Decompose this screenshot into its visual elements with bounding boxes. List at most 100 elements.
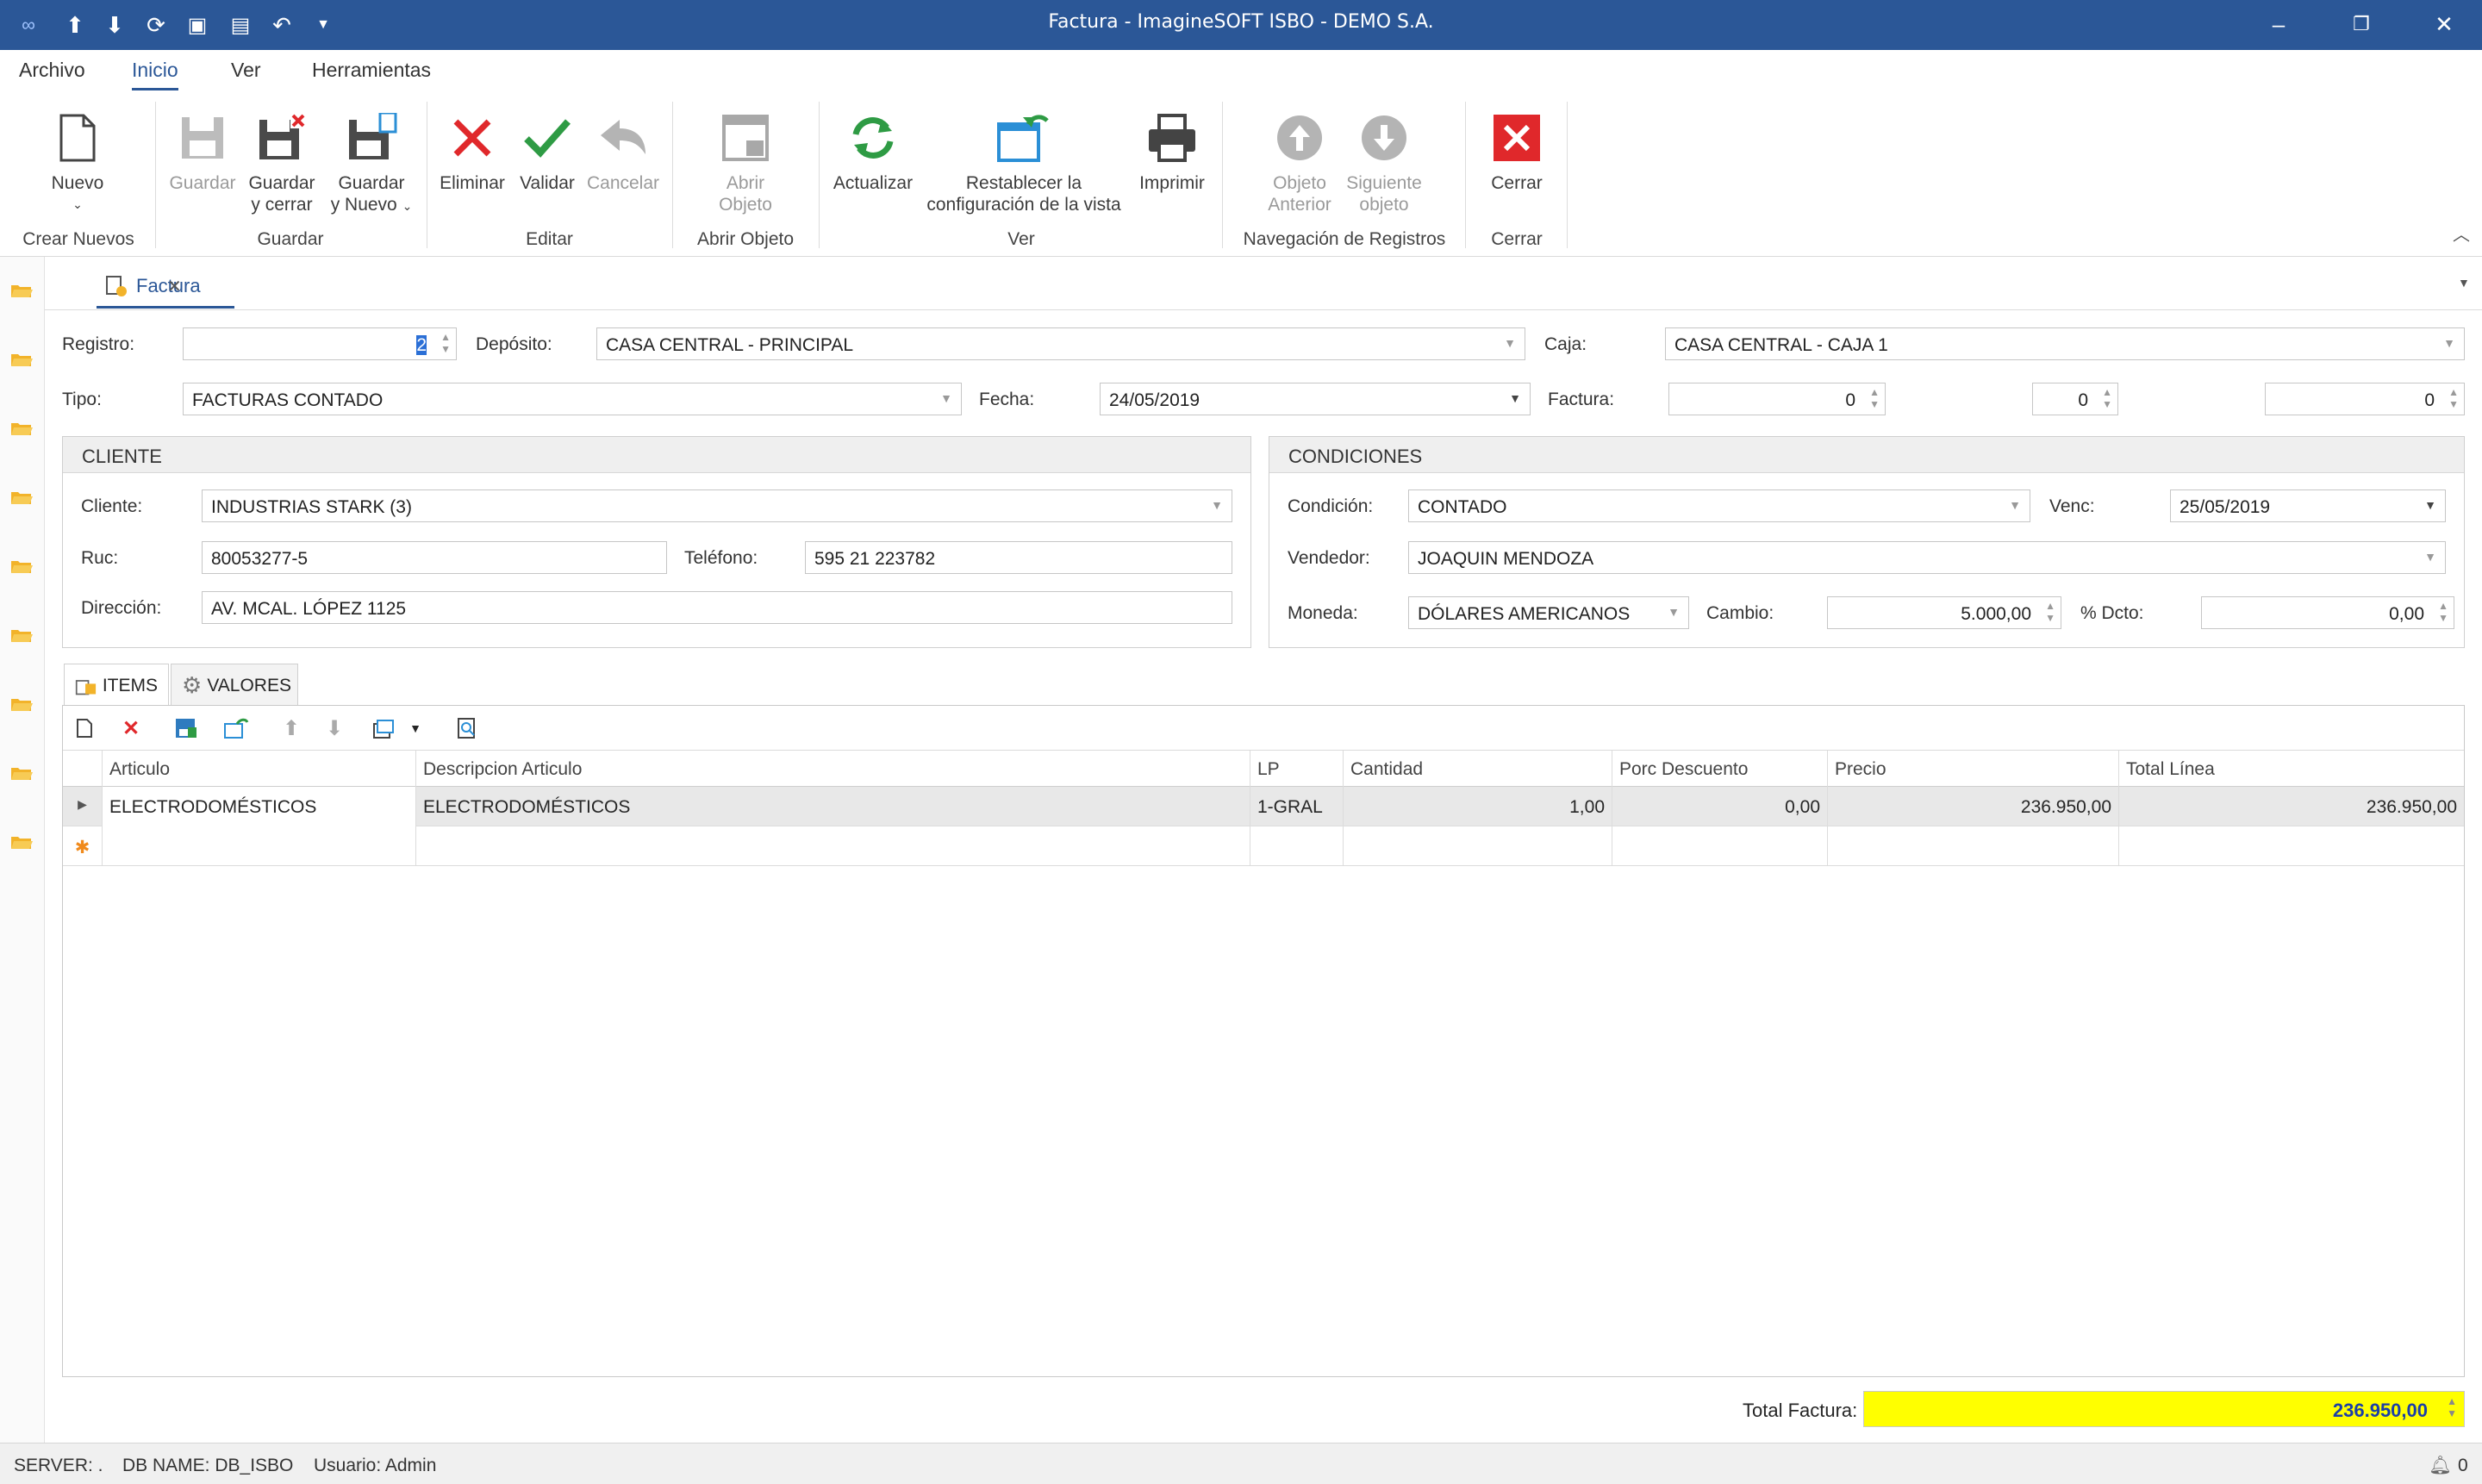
row-expand-icon[interactable]: ▶	[63, 787, 103, 826]
tab-list-dropdown-icon[interactable]: ▼	[2458, 276, 2470, 290]
tipo-select[interactable]: FACTURAS CONTADO ▼	[183, 383, 962, 415]
guardar-nuevo-button[interactable]: Guardar y Nuevo ⌄	[326, 103, 417, 217]
save-new-icon[interactable]: ▤	[226, 10, 255, 40]
tab-items[interactable]: ITEMS	[64, 664, 169, 707]
cliente-select[interactable]: INDUSTRIAS STARK (3) ▼	[202, 489, 1232, 522]
new-item-row[interactable]: ✱	[63, 826, 2464, 866]
folder-icon[interactable]	[10, 627, 33, 643]
folder-icon[interactable]	[10, 283, 33, 298]
eliminar-button[interactable]: Eliminar	[435, 103, 509, 194]
menu-herramientas[interactable]: Herramientas	[312, 59, 431, 82]
spin-icon[interactable]: ▲ ▼	[1869, 386, 1880, 410]
tab-valores[interactable]: ⚙ VALORES	[171, 664, 298, 707]
new-row-icon[interactable]	[72, 716, 97, 740]
menu-archivo[interactable]: Archivo	[19, 59, 85, 82]
moneda-select[interactable]: DÓLARES AMERICANOS ▼	[1408, 596, 1689, 629]
collapse-ribbon-icon[interactable]: ︿	[2453, 221, 2470, 246]
spin-icon[interactable]: ▲ ▼	[440, 331, 451, 355]
folder-icon[interactable]	[10, 696, 33, 712]
guardar-button[interactable]: Guardar	[164, 103, 241, 194]
preview-icon[interactable]	[454, 716, 480, 740]
menu-ver[interactable]: Ver	[231, 59, 261, 82]
save-icon[interactable]: ▣	[183, 10, 212, 40]
cell-descripcion[interactable]: ELECTRODOMÉSTICOS	[416, 787, 1250, 826]
new-cell[interactable]	[1344, 826, 1612, 866]
col-total-linea[interactable]: Total Línea	[2119, 751, 2464, 787]
new-cell[interactable]	[103, 826, 416, 866]
cell-precio[interactable]: 236.950,00	[1828, 787, 2119, 826]
col-descripcion[interactable]: Descripcion Articulo	[416, 751, 1250, 787]
reset-layout-icon[interactable]	[223, 716, 249, 740]
spin-icon[interactable]: ▲ ▼	[2447, 1395, 2457, 1419]
nuevo-button[interactable]: Nuevo ⌄	[34, 103, 121, 215]
cerrar-button[interactable]: Cerrar	[1479, 103, 1555, 194]
cell-lp[interactable]: 1-GRAL	[1250, 787, 1344, 826]
close-tab-icon[interactable]: ✕	[167, 276, 182, 297]
cancelar-button[interactable]: Cancelar	[584, 103, 662, 194]
layout-dropdown-icon[interactable]: ▼	[402, 716, 428, 740]
fecha-date-field[interactable]: 24/05/2019 ▼	[1100, 383, 1531, 415]
spin-icon[interactable]: ▲ ▼	[2448, 386, 2459, 410]
cell-cantidad[interactable]: 1,00	[1344, 787, 1612, 826]
spin-icon[interactable]: ▲ ▼	[2045, 600, 2055, 624]
siguiente-objeto-button[interactable]: Siguiente objeto	[1341, 103, 1427, 215]
imprimir-button[interactable]: Imprimir	[1129, 103, 1215, 194]
close-window-button[interactable]: ✕	[2418, 7, 2470, 41]
col-precio[interactable]: Precio	[1828, 751, 2119, 787]
folder-icon[interactable]	[10, 765, 33, 781]
new-cell[interactable]	[2119, 826, 2464, 866]
col-cantidad[interactable]: Cantidad	[1344, 751, 1612, 787]
spin-icon[interactable]: ▲ ▼	[2102, 386, 2112, 410]
undo-icon[interactable]: ↶	[267, 10, 296, 40]
menu-inicio[interactable]: Inicio	[132, 59, 178, 90]
folder-icon[interactable]	[10, 489, 33, 505]
up-arrow-icon[interactable]: ⬆	[60, 10, 90, 40]
guardar-cerrar-button[interactable]: Guardar y cerrar	[243, 103, 321, 215]
col-articulo[interactable]: Articulo	[103, 751, 416, 787]
customize-dropdown-icon[interactable]: ▼	[309, 10, 338, 40]
table-row[interactable]: ▶ ELECTRODOMÉSTICOS ELECTRODOMÉSTICOS 1-…	[63, 787, 2464, 826]
col-lp[interactable]: LP	[1250, 751, 1344, 787]
minimize-button[interactable]: –	[2253, 7, 2304, 41]
objeto-anterior-button[interactable]: Objeto Anterior	[1258, 103, 1341, 215]
new-cell[interactable]	[1828, 826, 2119, 866]
down-arrow-icon[interactable]: ⬇	[100, 10, 129, 40]
direccion-field[interactable]: AV. MCAL. LÓPEZ 1125	[202, 591, 1232, 624]
restore-button[interactable]: ❐	[2335, 7, 2387, 41]
actualizar-button[interactable]: Actualizar	[827, 103, 919, 194]
dcto-field[interactable]: 0,00 ▲ ▼	[2201, 596, 2454, 629]
folder-icon[interactable]	[10, 421, 33, 436]
condicion-select[interactable]: CONTADO ▼	[1408, 489, 2030, 522]
factura-field-1[interactable]: 0 ▲ ▼	[1668, 383, 1886, 415]
tab-factura[interactable]: Factura	[97, 265, 234, 309]
cell-porc-descuento[interactable]: 0,00	[1612, 787, 1828, 826]
factura-field-3[interactable]: 0 ▲ ▼	[2265, 383, 2465, 415]
new-cell[interactable]	[1250, 826, 1344, 866]
spin-icon[interactable]: ▲ ▼	[2438, 600, 2448, 624]
ruc-field[interactable]: 80053277-5	[202, 541, 667, 574]
bell-icon[interactable]: 🔔︎	[2429, 1456, 2452, 1476]
vendedor-select[interactable]: JOAQUIN MENDOZA ▼	[1408, 541, 2446, 574]
delete-row-icon[interactable]: ✕	[118, 716, 144, 740]
layout-options-icon[interactable]	[371, 716, 397, 740]
move-down-icon[interactable]: ⬇	[321, 716, 347, 740]
cell-articulo[interactable]: ELECTRODOMÉSTICOS	[103, 787, 416, 826]
deposito-select[interactable]: CASA CENTRAL - PRINCIPAL ▼	[596, 327, 1525, 360]
new-cell[interactable]	[416, 826, 1250, 866]
col-porc-descuento[interactable]: Porc Descuento	[1612, 751, 1828, 787]
folder-icon[interactable]	[10, 834, 33, 850]
factura-field-2[interactable]: 0 ▲ ▼	[2032, 383, 2118, 415]
folder-icon[interactable]	[10, 352, 33, 367]
cambio-field[interactable]: 5.000,00 ▲ ▼	[1827, 596, 2061, 629]
validar-button[interactable]: Validar	[512, 103, 583, 194]
save-row-icon[interactable]	[173, 716, 199, 740]
total-factura-field[interactable]: 236.950,00 ▲ ▼	[1863, 1391, 2465, 1427]
abrir-objeto-button[interactable]: Abrir Objeto	[707, 103, 784, 215]
restablecer-button[interactable]: Restablecer la configuración de la vista	[922, 103, 1126, 215]
registro-field[interactable]: 2 ▲ ▼	[183, 327, 457, 360]
new-cell[interactable]	[1612, 826, 1828, 866]
refresh-icon[interactable]: ⟳	[141, 10, 171, 40]
cell-total-linea[interactable]: 236.950,00	[2119, 787, 2464, 826]
move-up-icon[interactable]: ⬆	[278, 716, 304, 740]
caja-select[interactable]: CASA CENTRAL - CAJA 1 ▼	[1665, 327, 2465, 360]
